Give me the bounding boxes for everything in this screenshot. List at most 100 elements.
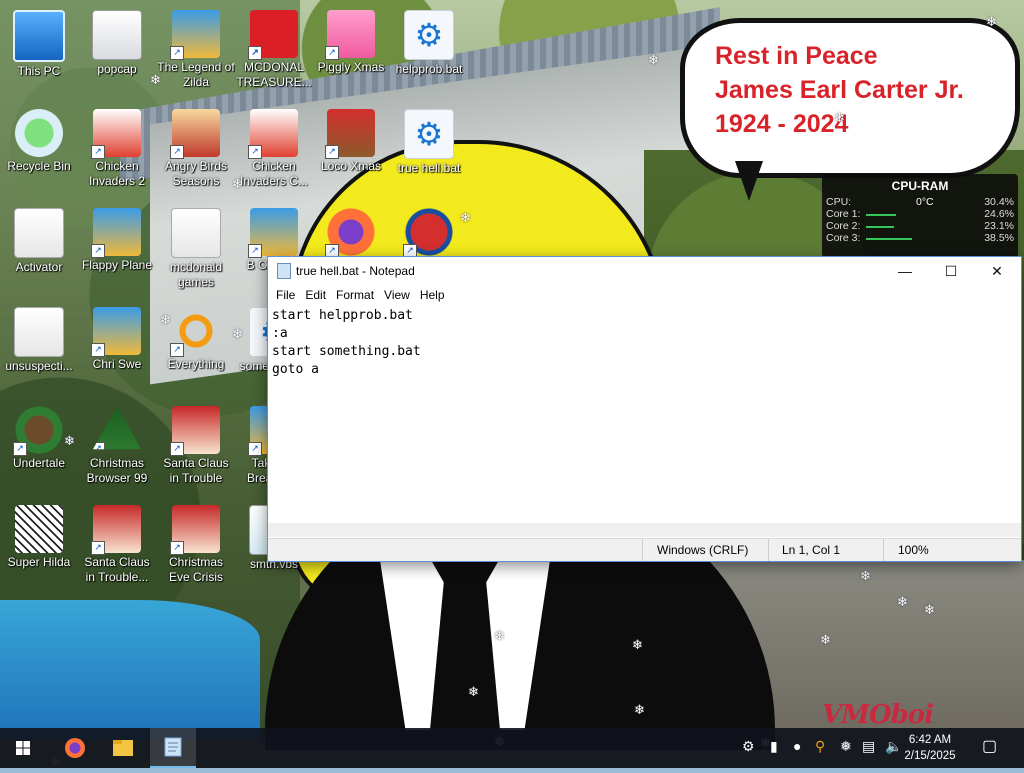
desktop-icon[interactable]: popcap (78, 4, 156, 100)
notepad-content[interactable]: start helpprob.bat :a start something.ba… (272, 307, 1017, 379)
shortcut-arrow-icon: ↗ (93, 442, 105, 450)
desktop-icon[interactable]: ↗ Flappy Plane (78, 202, 156, 298)
start-button[interactable] (0, 728, 46, 768)
chicken-icon: ↗ (91, 109, 141, 159)
notepad-text-area[interactable]: start helpprob.bat :a start something.ba… (268, 305, 1021, 537)
shortcut-arrow-icon: ↗ (170, 442, 184, 456)
desktop-icon[interactable]: ↗ Christmas Browser 99 (78, 400, 156, 496)
notepad-window[interactable]: true hell.bat - Notepad — ☐ ✕ File Edit Fo… (267, 256, 1022, 562)
desktop-icon[interactable]: ⚙ true hell.bat (390, 103, 468, 199)
battery-tray-icon[interactable]: ▮ (770, 738, 778, 755)
menu-view[interactable]: View (379, 285, 415, 305)
desktop-icon-label: Recycle Bin (7, 159, 71, 173)
shortcut-arrow-icon: ↗ (170, 46, 184, 60)
desktop-icon-label: This PC (17, 64, 61, 78)
desktop-icon-label: helpprob.bat (395, 62, 463, 76)
shortcut-arrow-icon: ↗ (248, 46, 262, 60)
notepad-icon (164, 737, 182, 757)
desktop-icon-label: mcdonald games (169, 260, 223, 289)
desktop-icon[interactable]: ⚙ helpprob.bat (390, 4, 468, 100)
desktop-icon[interactable]: ↗ The Legend of Zilda (157, 4, 235, 100)
notepad-menu-bar: File Edit Format View Help (268, 285, 1021, 305)
chicken-icon: ↗ (248, 109, 298, 159)
shortcut-arrow-icon: ↗ (13, 442, 27, 456)
desktop-icon[interactable]: ↗ Chicken Invaders 2 (78, 103, 156, 199)
taskbar-firefox[interactable] (52, 728, 98, 768)
desktop-icon[interactable]: ↗ MCDONAL TREASURE... (235, 4, 313, 100)
snowflake-icon: ❄ (897, 594, 908, 609)
desktop-icon[interactable]: This PC (0, 4, 78, 100)
desktop-icon[interactable]: ↗ Chri Swe (78, 301, 156, 397)
minimize-button[interactable]: — (882, 257, 928, 285)
cpu-temp: 0°C (916, 196, 934, 208)
folder-icon (92, 10, 142, 60)
desktop-icon[interactable]: ↗ Angry Birds Seasons (157, 103, 235, 199)
notepad-title-bar[interactable]: true hell.bat - Notepad — ☐ ✕ (268, 257, 1021, 285)
menu-format[interactable]: Format (331, 285, 379, 305)
taskbar-file-explorer[interactable] (100, 728, 146, 768)
taskbar: ⚙ ▮ ● ⚲ ❅ ▤ 🔈 6:42 AM 2/15/2025 ▢ (0, 728, 1024, 768)
close-button[interactable]: ✕ (974, 257, 1020, 285)
shortcut-arrow-icon: ↗ (248, 244, 262, 258)
desktop-icon-label: The Legend of Zilda (157, 60, 235, 89)
menu-edit[interactable]: Edit (300, 285, 331, 305)
snow-tray-icon[interactable]: ❅ (840, 738, 852, 755)
desktop-icon[interactable]: ↗Santa Claus in Trouble... A... (78, 499, 156, 595)
desktop-icon[interactable]: unsuspecti... (0, 301, 78, 397)
vertical-scrollbar[interactable] (1007, 305, 1021, 523)
taskbar-clock[interactable]: 6:42 AM 2/15/2025 (900, 732, 960, 764)
snowflake-icon: ❄ (632, 637, 643, 652)
clock-time: 6:42 AM (908, 734, 952, 746)
desktop-icon[interactable]: ↗ Santa Claus in Trouble (157, 400, 235, 496)
core-3-bar (866, 238, 912, 240)
snowflake-icon: ❄ (494, 628, 505, 643)
desktop-icon[interactable]: ↗ Everything (157, 301, 235, 397)
desktop-icon[interactable]: Recycle Bin (0, 103, 78, 199)
network-tray-icon[interactable]: ▤ (862, 738, 875, 755)
cpu-ram-gadget[interactable]: CPU-RAM CPU: 0°C 30.4% Core 1: 24.6% Cor… (822, 174, 1018, 258)
angry-birds-icon: ↗ (170, 109, 220, 159)
desktop-icon[interactable]: ↗ Piggly Xmas (312, 4, 390, 100)
desktop-icon[interactable]: Activator (0, 202, 78, 298)
drop-tray-icon[interactable]: ● (793, 738, 801, 754)
maximize-button[interactable]: ☐ (928, 257, 974, 285)
snowflake-icon: ❄ (834, 110, 845, 125)
security-tray-icon[interactable]: ⚙ (742, 738, 755, 755)
desktop-icon-label: Christmas Eve Crisis (168, 555, 223, 584)
desktop-icon-label: MCDONAL TREASURE... (236, 60, 312, 89)
menu-file[interactable]: File (271, 285, 300, 305)
desktop-icon[interactable]: ↗ Loco Xmas (312, 103, 390, 199)
desktop-icon[interactable]: mcdonald games (157, 202, 235, 298)
desktop-icon[interactable]: ↗ Undertale (0, 400, 78, 496)
wallpaper-watermark: VMOboi (822, 700, 934, 730)
shortcut-arrow-icon: ↗ (170, 343, 184, 357)
shortcut-arrow-icon: ↗ (91, 343, 105, 357)
folder-icon (113, 740, 133, 756)
file-icon (171, 208, 221, 258)
bear-icon: ↗ (325, 109, 375, 159)
snowflake-icon: ❄ (986, 14, 997, 29)
desktop-icon-label: Angry Birds Seasons (164, 159, 228, 188)
game-icon: ↗ (91, 307, 141, 357)
desktop-icon[interactable]: ↗ Chicken Invaders C... (235, 103, 313, 199)
desktop-icon[interactable]: Super Hilda (0, 499, 78, 595)
notepad-app-icon (277, 263, 291, 279)
desktop-icon-label: Flappy Plane (81, 258, 153, 272)
desktop-icon[interactable]: ↗ Christmas Eve Crisis (157, 499, 235, 595)
menu-help[interactable]: Help (415, 285, 450, 305)
taskbar-notepad[interactable] (150, 728, 196, 768)
game-icon: ↗ (248, 208, 298, 258)
mcdonalds-icon: ↗ (248, 10, 298, 60)
desktop-icon-label: Chicken Invaders C... (239, 159, 309, 188)
tree-icon: ↗ (93, 406, 141, 450)
recycle-bin-icon (15, 109, 63, 157)
desktop-icon-label: Christmas Browser 99 (86, 456, 148, 485)
computer-icon (13, 10, 65, 62)
desktop-icon-label: Super Hilda (7, 555, 71, 569)
notification-center-icon[interactable]: ▢ (982, 736, 997, 756)
horizontal-scrollbar[interactable] (268, 523, 1021, 537)
everything-tray-icon[interactable]: ⚲ (815, 738, 825, 755)
shortcut-arrow-icon: ↗ (91, 541, 105, 555)
snowflake-icon: ❄ (634, 702, 645, 717)
santa-icon: ↗ (170, 406, 220, 456)
